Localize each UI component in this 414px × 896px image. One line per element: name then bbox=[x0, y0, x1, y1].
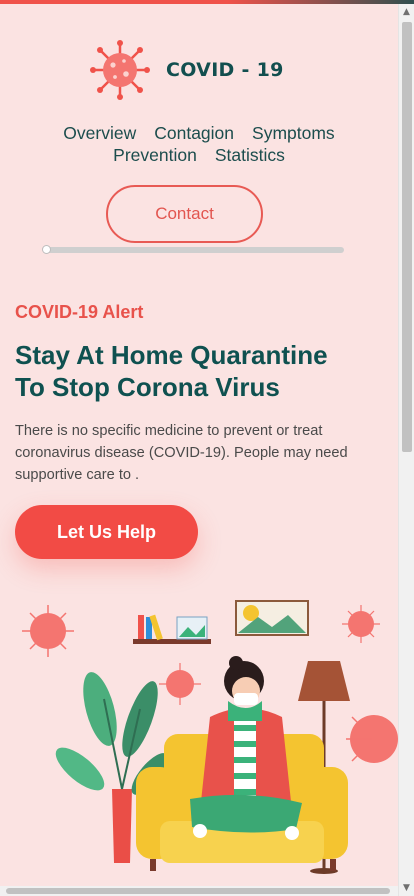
brand-name: COVID - 19 bbox=[166, 59, 284, 81]
main-nav: Overview Contagion Symptoms Prevention S… bbox=[0, 122, 398, 166]
nav-link-contagion[interactable]: Contagion bbox=[154, 122, 234, 144]
woman-in-mask-on-sofa-illustration bbox=[22, 600, 398, 874]
page: COVID - 19 Overview Contagion Symptoms P… bbox=[0, 4, 398, 886]
logo[interactable]: COVID - 19 bbox=[88, 38, 284, 102]
virus-center-icon bbox=[159, 663, 201, 705]
horizontal-scroll-thumb[interactable] bbox=[6, 888, 390, 894]
nav-link-overview[interactable]: Overview bbox=[63, 122, 136, 144]
virus-left-icon bbox=[22, 605, 74, 657]
slider-handle[interactable] bbox=[42, 245, 51, 254]
vertical-scroll-thumb[interactable] bbox=[402, 22, 412, 452]
woman-in-mask bbox=[190, 656, 302, 840]
hero-description: There is no specific medicine to prevent… bbox=[15, 423, 348, 483]
shelf-with-books bbox=[133, 614, 211, 644]
headline-line-1: Stay At Home Quarantine bbox=[15, 340, 328, 370]
wall-picture bbox=[235, 600, 309, 636]
slider-track bbox=[46, 247, 344, 253]
virus-icon bbox=[90, 40, 150, 100]
horizontal-scrollbar[interactable] bbox=[0, 886, 398, 896]
let-us-help-button[interactable]: Let Us Help bbox=[15, 505, 198, 559]
virus-right-icon bbox=[342, 605, 380, 643]
progress-slider[interactable] bbox=[42, 245, 346, 254]
scroll-down-arrow-icon[interactable]: ▼ bbox=[399, 880, 414, 896]
contact-button[interactable]: Contact bbox=[106, 185, 263, 243]
nav-link-symptoms[interactable]: Symptoms bbox=[252, 122, 335, 144]
alert-title: COVID-19 Alert bbox=[15, 302, 144, 322]
nav-link-prevention[interactable]: Prevention bbox=[113, 144, 197, 166]
headline-line-2: To Stop Corona Virus bbox=[15, 372, 280, 402]
scroll-up-arrow-icon[interactable]: ▲ bbox=[399, 4, 414, 20]
vertical-scrollbar[interactable]: ▲ ▼ bbox=[398, 4, 414, 896]
nav-link-statistics[interactable]: Statistics bbox=[215, 144, 285, 166]
virus-side-icon bbox=[346, 715, 398, 763]
page-headline: Stay At Home Quarantine To Stop Corona V… bbox=[15, 339, 385, 403]
